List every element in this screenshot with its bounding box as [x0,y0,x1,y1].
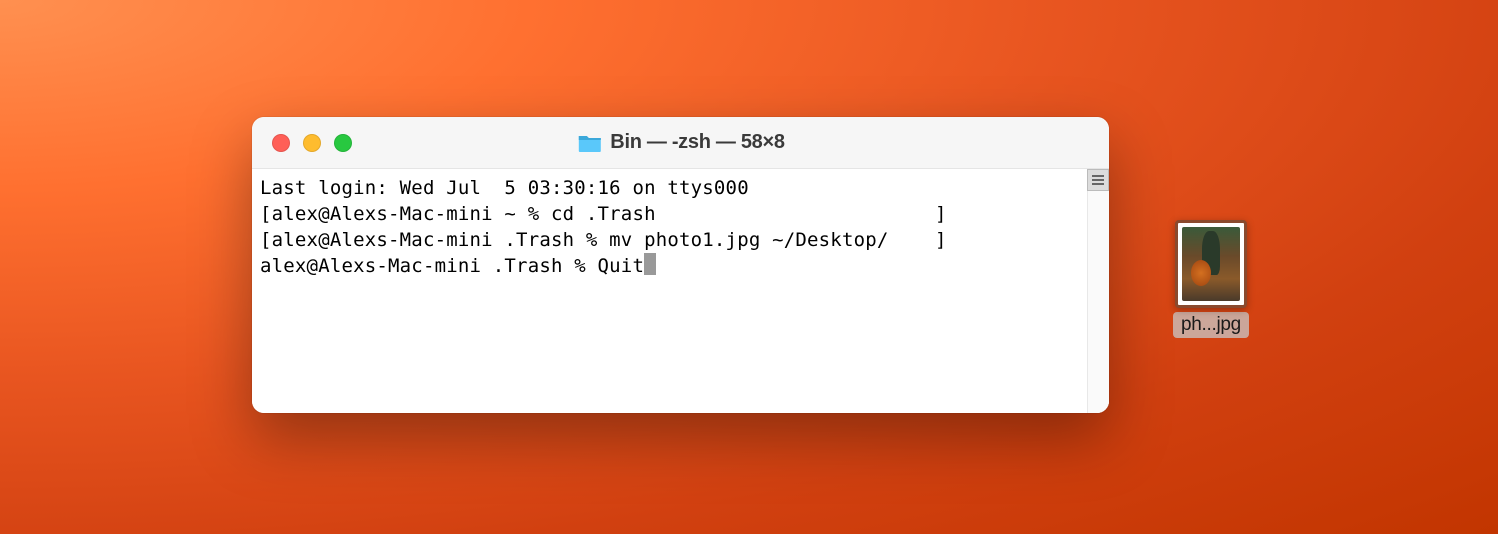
terminal-prompt-text: alex@Alexs-Mac-mini .Trash % Quit [260,255,644,277]
terminal-line: [alex@Alexs-Mac-mini ~ % cd .Trash ] [260,201,1079,227]
terminal-line: Last login: Wed Jul 5 03:30:16 on ttys00… [260,175,1079,201]
terminal-cursor [644,253,656,275]
terminal-line: alex@Alexs-Mac-mini .Trash % Quit [260,253,1079,279]
window-title-bar[interactable]: Bin — -zsh — 58×8 [252,117,1109,169]
terminal-content[interactable]: Last login: Wed Jul 5 03:30:16 on ttys00… [252,169,1087,413]
window-title-content: Bin — -zsh — 58×8 [576,131,784,154]
terminal-body: Last login: Wed Jul 5 03:30:16 on ttys00… [252,169,1109,413]
scrollbar-track[interactable] [1087,169,1109,413]
photo-preview-icon [1182,227,1240,301]
window-title-text: Bin — -zsh — 58×8 [610,131,784,154]
maximize-window-button[interactable] [334,134,352,152]
traffic-lights-group [252,134,352,152]
terminal-line: [alex@Alexs-Mac-mini .Trash % mv photo1.… [260,227,1079,253]
file-label: ph...jpg [1173,312,1249,338]
minimize-window-button[interactable] [303,134,321,152]
close-window-button[interactable] [272,134,290,152]
file-thumbnail [1175,220,1247,308]
hamburger-icon [1092,179,1104,181]
scrollbar-button[interactable] [1087,169,1109,191]
desktop-file-photo1[interactable]: ph...jpg [1173,220,1249,338]
terminal-window[interactable]: Bin — -zsh — 58×8 Last login: Wed Jul 5 … [252,117,1109,413]
folder-icon [576,132,602,154]
